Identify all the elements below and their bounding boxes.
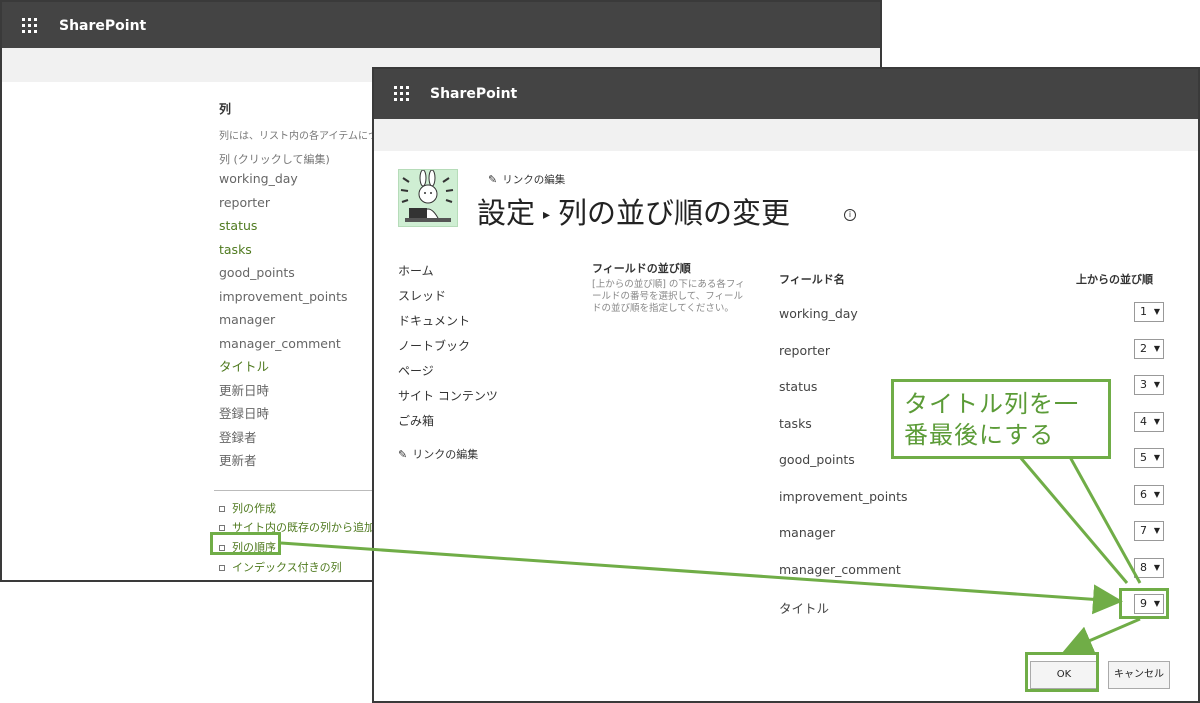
callout-line-2: 番最後にする <box>904 421 1055 449</box>
annotation-arrows <box>280 456 1142 655</box>
callout-line-1: タイトル列を一 <box>904 390 1079 418</box>
annotation-callout: タイトル列を一 番最後にする <box>891 379 1111 459</box>
